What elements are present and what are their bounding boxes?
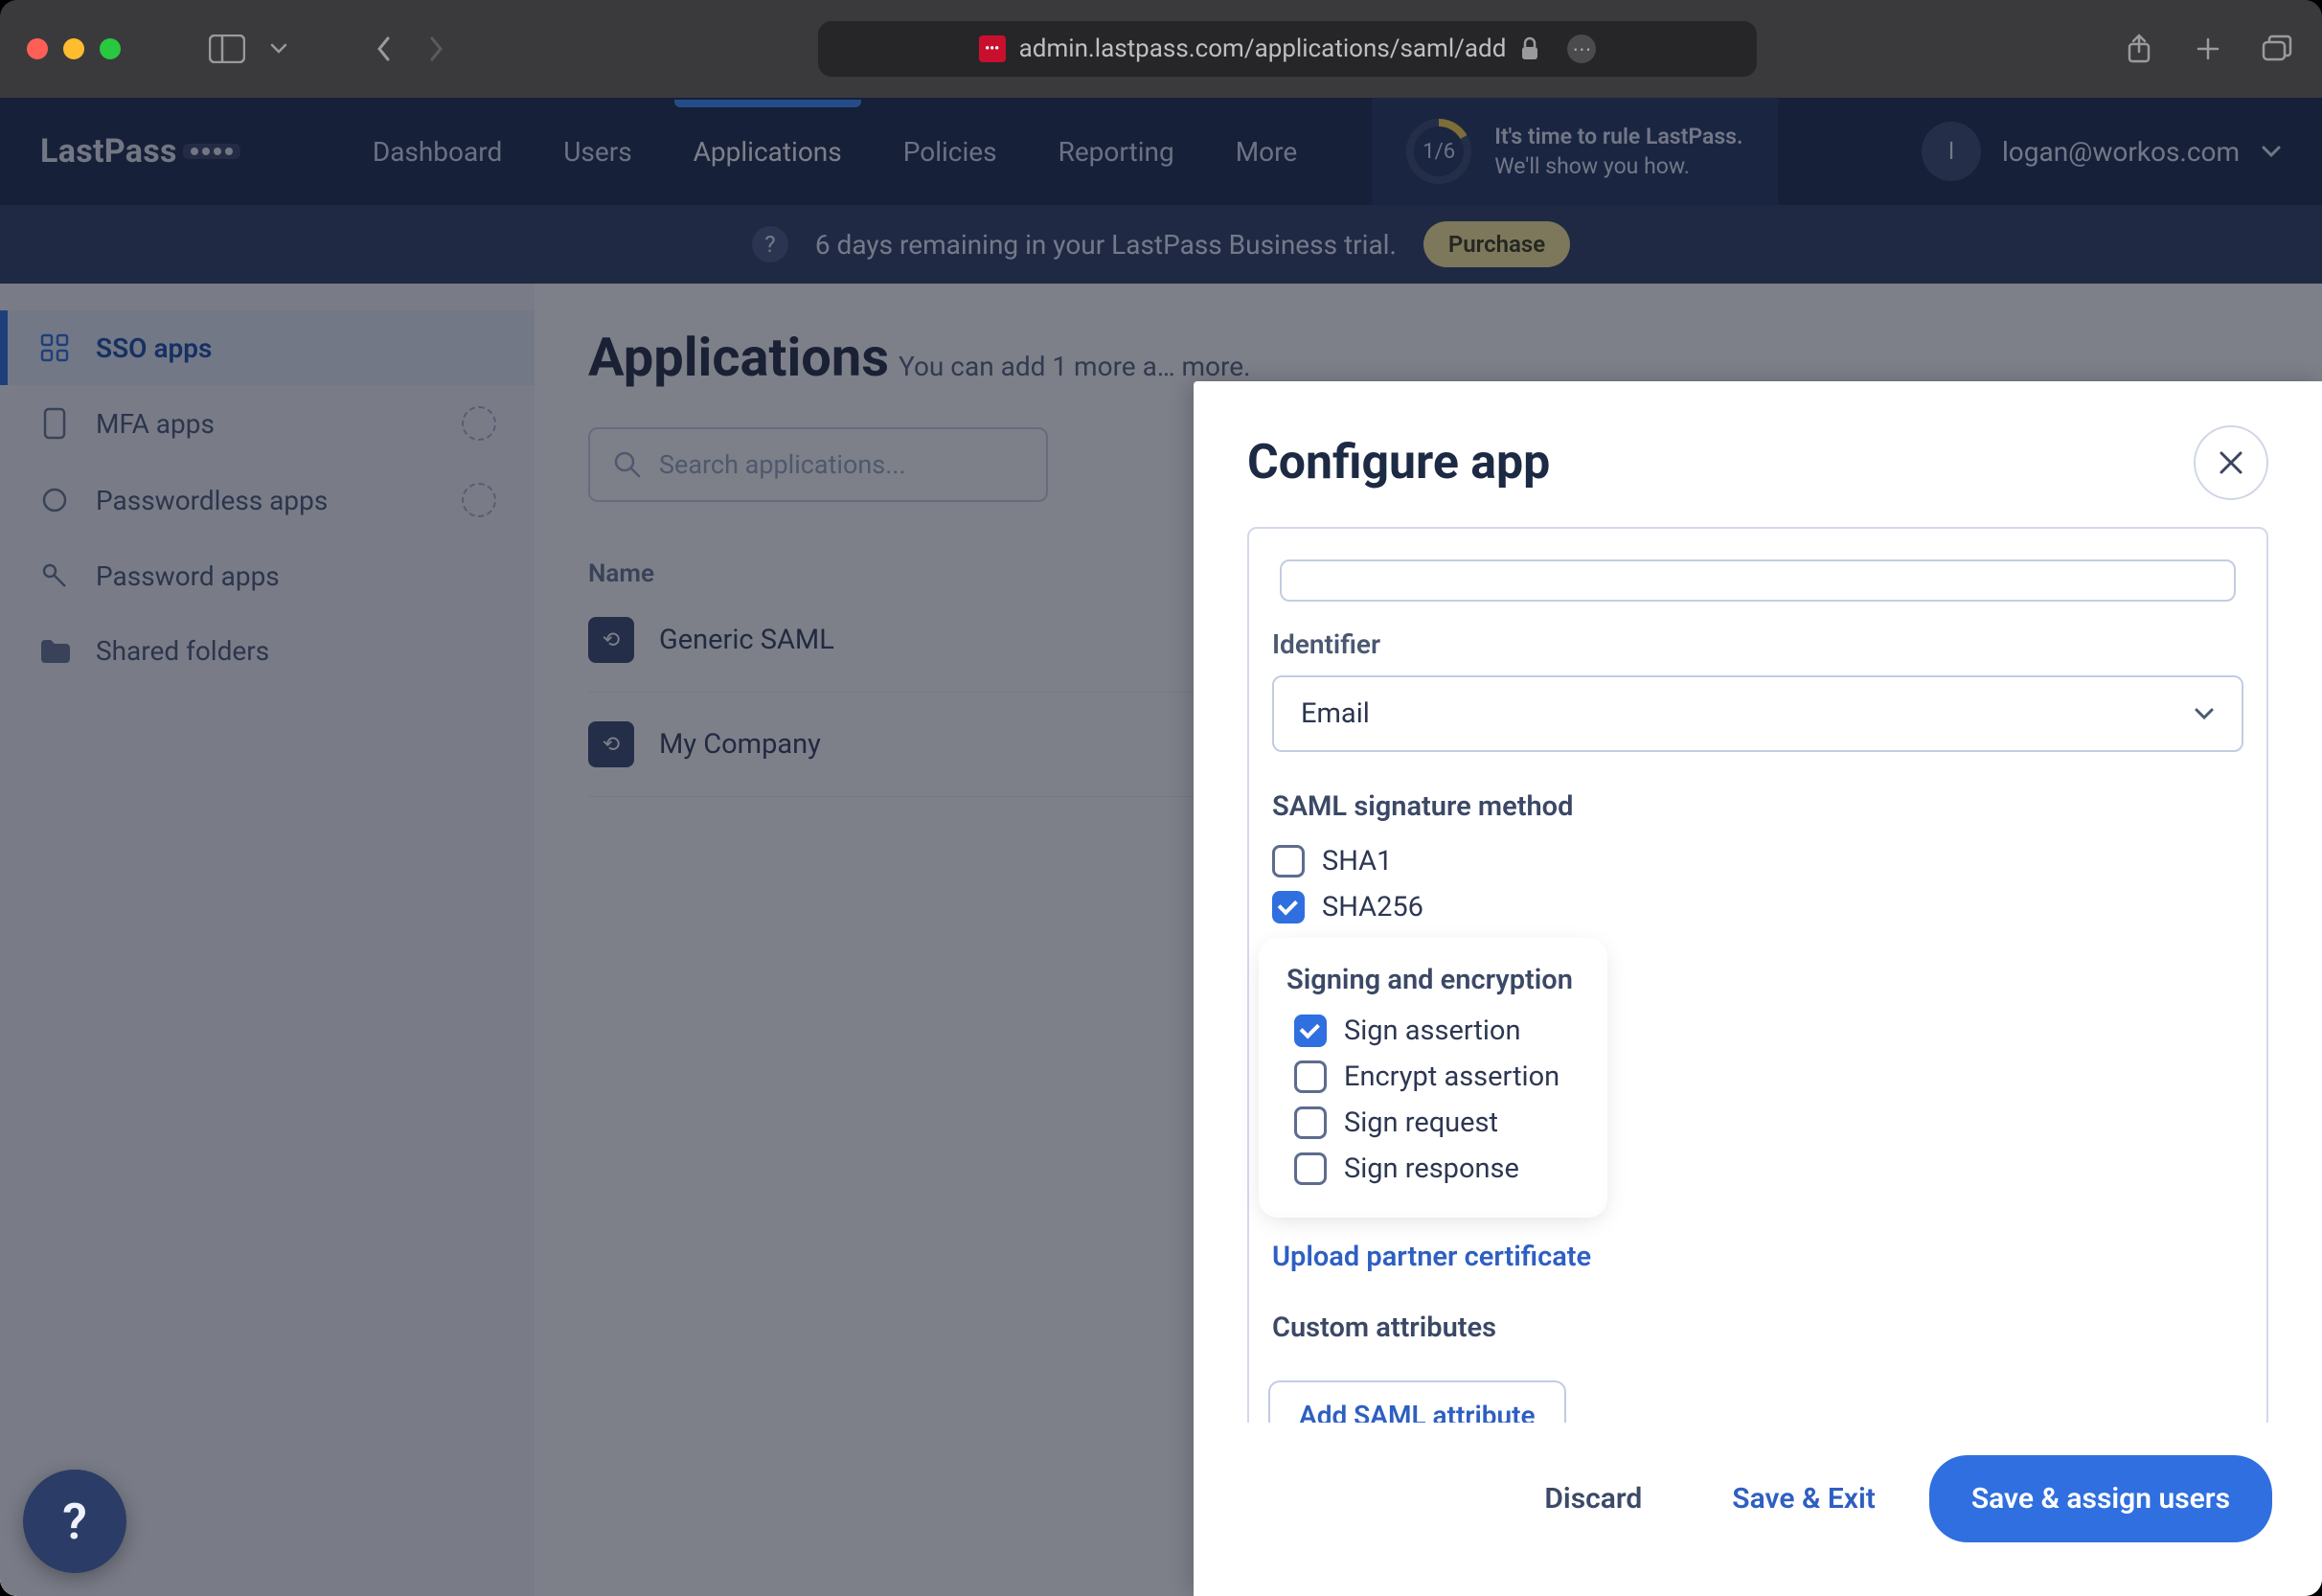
checkbox-icon[interactable] (1294, 1015, 1327, 1047)
new-tab-icon[interactable] (2190, 34, 2226, 64)
checkbox-label: Sign assertion (1344, 1015, 1520, 1047)
panel-body: Identifier Email SAML signature method S… (1194, 527, 2322, 1423)
form-frame: Identifier Email SAML signature method S… (1247, 527, 2268, 1423)
lock-icon (1519, 36, 1540, 61)
panel-footer: Discard Save & Exit Save & assign users (1194, 1423, 2322, 1596)
panel-header: Configure app (1194, 381, 2322, 527)
close-window-icon[interactable] (27, 38, 48, 59)
discard-button[interactable]: Discard (1508, 1457, 1678, 1540)
browser-chrome: ••• admin.lastpass.com/applications/saml… (0, 0, 2322, 98)
maximize-window-icon[interactable] (100, 38, 121, 59)
configure-app-panel: Configure app Identifier Email SAML sign… (1194, 381, 2322, 1596)
checkbox-icon[interactable] (1294, 1152, 1327, 1185)
checkbox-label: Sign response (1344, 1152, 1519, 1185)
chevron-down-icon[interactable] (261, 34, 297, 64)
checkbox-icon[interactable] (1294, 1106, 1327, 1139)
signing-encryption-group: Signing and encryption Sign assertion En… (1264, 944, 1602, 1212)
custom-attributes-label: Custom attributes (1272, 1311, 2251, 1344)
close-panel-button[interactable] (2194, 425, 2268, 500)
app-root: LastPass Dashboard Users Applications Po… (0, 98, 2322, 1596)
minimize-window-icon[interactable] (63, 38, 84, 59)
checkbox-label: Encrypt assertion (1344, 1060, 1559, 1093)
site-settings-icon[interactable]: ⋯ (1567, 34, 1596, 63)
forward-icon (418, 34, 454, 64)
signing-encryption-label: Signing and encryption (1286, 964, 1580, 996)
checkbox-icon[interactable] (1272, 891, 1305, 923)
sidebar-toggle-icon[interactable] (209, 34, 245, 64)
add-saml-attribute-button[interactable]: Add SAML attribute (1268, 1380, 1566, 1423)
checkbox-label: Sign request (1344, 1106, 1498, 1139)
site-favicon: ••• (979, 35, 1006, 62)
identifier-label: Identifier (1272, 628, 2251, 660)
checkbox-sign-request[interactable]: Sign request (1286, 1100, 1580, 1146)
url-text: admin.lastpass.com/applications/saml/add (1019, 34, 1507, 63)
checkbox-sha256[interactable]: SHA256 (1264, 884, 2251, 930)
identifier-value: Email (1301, 697, 1370, 730)
checkbox-icon[interactable] (1272, 845, 1305, 878)
browser-window: ••• admin.lastpass.com/applications/saml… (0, 0, 2322, 1596)
upload-certificate-link[interactable]: Upload partner certificate (1272, 1241, 2251, 1273)
back-icon[interactable] (366, 34, 402, 64)
panel-title: Configure app (1247, 435, 1550, 490)
checkbox-sha1[interactable]: SHA1 (1264, 838, 2251, 884)
window-controls (27, 38, 121, 59)
save-exit-button[interactable]: Save & Exit (1696, 1457, 1912, 1540)
share-icon[interactable] (2121, 34, 2157, 64)
checkbox-label: SHA1 (1322, 845, 1392, 878)
checkbox-label: SHA256 (1322, 891, 1423, 923)
checkbox-encrypt-assertion[interactable]: Encrypt assertion (1286, 1054, 1580, 1100)
identifier-select[interactable]: Email (1272, 675, 2243, 752)
prev-field-outline[interactable] (1280, 559, 2236, 602)
url-bar[interactable]: ••• admin.lastpass.com/applications/saml… (818, 21, 1757, 77)
checkbox-icon[interactable] (1294, 1060, 1327, 1093)
checkbox-sign-response[interactable]: Sign response (1286, 1146, 1580, 1192)
saml-signature-label: SAML signature method (1272, 790, 2251, 823)
save-assign-users-button[interactable]: Save & assign users (1929, 1455, 2272, 1542)
checkbox-sign-assertion[interactable]: Sign assertion (1286, 1008, 1580, 1054)
chevron-down-icon (2194, 707, 2215, 720)
tabs-icon[interactable] (2259, 34, 2295, 64)
help-fab[interactable]: ? (23, 1470, 126, 1573)
